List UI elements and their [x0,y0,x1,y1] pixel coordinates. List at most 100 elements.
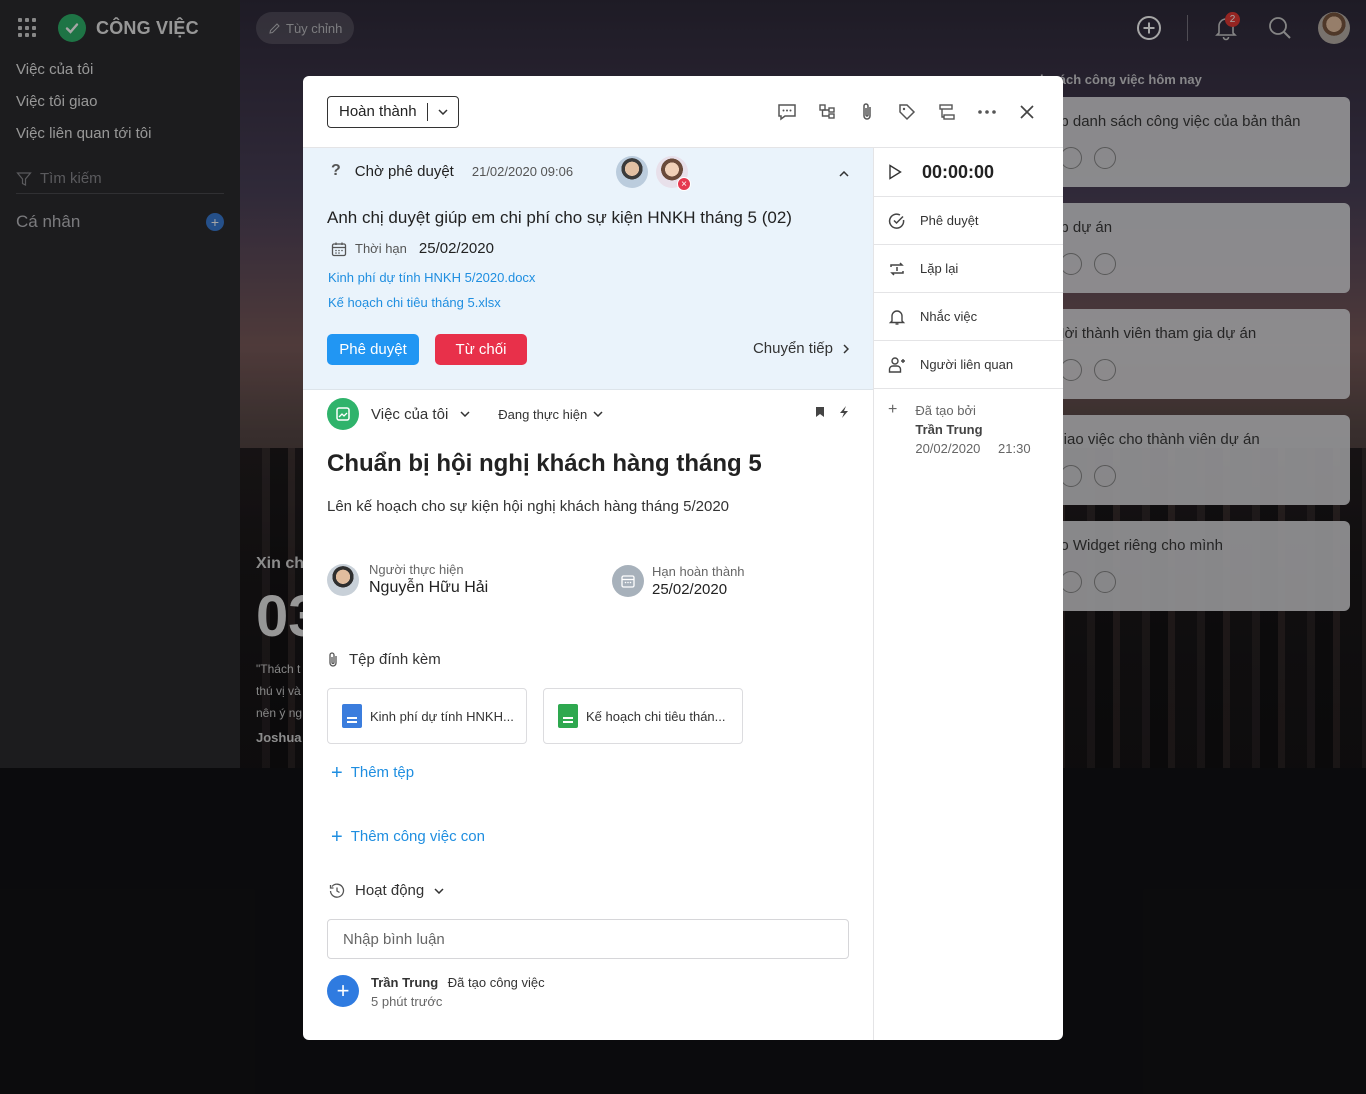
calendar-icon [331,242,347,256]
history-icon [329,883,345,898]
tree-icon [819,103,835,119]
modal-header: Hoàn thành [303,76,1063,148]
comment-input[interactable]: Nhập bình luận [327,919,849,959]
attachments-header: Tệp đính kèm [327,651,441,668]
activity-dropdown[interactable]: Hoạt động [329,882,444,899]
rejected-mark-icon: × [677,177,691,191]
assignee-avatar [327,563,359,596]
created-timestamp: 20/02/2020 21:30 [915,441,1030,456]
reject-button[interactable]: Từ chối [435,334,527,365]
add-file-label: Thêm tệp [350,764,415,781]
person-group-icon [888,356,905,373]
side-item-label: Người liên quan [920,357,1014,372]
approve-button[interactable]: Phê duyệt [327,334,419,365]
add-file-button[interactable]: + Thêm tệp [331,761,415,784]
assignee-label: Người thực hiện [369,562,464,577]
bookmark-icon[interactable] [815,406,825,418]
attachments-label: Tệp đính kèm [349,651,441,668]
approval-due: Thời hạn 25/02/2020 [331,240,494,257]
close-icon [1020,104,1034,119]
tag-icon [899,103,916,120]
created-date: 20/02/2020 [915,441,981,456]
plus-icon: + [888,401,898,418]
modal-main: ? Chờ phê duyệt 21/02/2020 09:06 × Anh c… [303,148,873,1040]
subtask-tree-button[interactable] [815,100,839,124]
plus-circle-icon: + [327,975,359,1007]
task-description[interactable]: Lên kế hoạch cho sự kiện hội nghị khách … [327,498,729,515]
chevron-down-icon [593,411,603,417]
status-select[interactable]: Hoàn thành [327,95,459,128]
side-item-label: Nhắc việc [920,309,978,324]
created-time: 21:30 [998,441,1031,456]
log-line: Trần Trung Đã tạo công việc [371,975,545,990]
chevron-right-icon [843,343,849,354]
approval-file-link[interactable]: Kế hoạch chi tiêu tháng 5.xlsx [328,295,501,310]
sheet-file-icon [558,704,578,728]
due-label: Thời hạn [355,241,407,256]
header-toolbar [775,100,1039,124]
side-item-label: Lặp lại [920,261,959,276]
comment-button[interactable] [775,100,799,124]
project-icon [327,398,359,430]
task-meta: Việc của tôi Đang thực hiện [327,398,603,430]
plus-icon: + [331,761,343,784]
created-info: + Đã tạo bởi Trần Trung 20/02/2020 21:30 [874,389,1063,457]
more-button[interactable] [975,100,999,124]
close-button[interactable] [1015,100,1039,124]
assignee-field[interactable]: Người thực hiện Nguyễn Hữu Hải [327,562,488,597]
add-subtask-button[interactable]: + Thêm công việc con [331,825,485,848]
chat-icon [778,103,796,120]
task-status-select[interactable]: Đang thực hiện [498,407,603,422]
attachment-card[interactable]: Kinh phí dự tính HNKH... [327,688,527,744]
side-item-approve[interactable]: Phê duyệt [874,197,1063,245]
play-icon[interactable] [888,164,902,180]
creator-name[interactable]: Trần Trung [915,422,982,437]
flow-icon [939,103,955,120]
chevron-down-icon[interactable] [460,411,470,417]
created-label: Đã tạo bởi [915,403,976,418]
approval-file-link[interactable]: Kinh phí dự tính HNKH 5/2020.docx [328,270,535,285]
timer-value: 00:00:00 [922,161,995,182]
paperclip-icon [863,102,871,120]
approval-status-row: ? Chờ phê duyệt 21/02/2020 09:06 [331,162,573,180]
log-time: 5 phút trước [371,994,443,1009]
activity-log-item: + Trần Trung Đã tạo công việc 5 phút trư… [327,975,545,1009]
task-flags [815,406,849,418]
doc-file-icon [342,704,362,728]
add-subtask-label: Thêm công việc con [350,828,485,845]
side-item-related-people[interactable]: Người liên quan [874,341,1063,389]
side-item-label: Phê duyệt [920,213,979,228]
chevron-up-icon [839,170,849,177]
question-icon: ? [331,162,341,179]
lightning-icon[interactable] [839,406,849,418]
attach-button[interactable] [855,100,879,124]
task-status-label: Đang thực hiện [498,406,588,422]
approval-status: Chờ phê duyệt [354,162,454,180]
repeat-icon [890,261,904,276]
attachment-name: Kế hoạch chi tiêu thán... [586,708,726,724]
attachment-card[interactable]: Kế hoạch chi tiêu thán... [543,688,743,744]
deadline-value: 25/02/2020 [652,581,728,598]
deadline-field[interactable]: Hạn hoàn thành 25/02/2020 [612,564,745,598]
plus-icon: + [331,825,343,848]
forward-button[interactable]: Chuyển tiếp [753,340,849,357]
log-action: Đã tạo công việc [447,975,545,990]
log-user[interactable]: Trần Trung [371,975,438,990]
approver-avatar[interactable]: × [656,156,691,191]
approval-panel: ? Chờ phê duyệt 21/02/2020 09:06 × Anh c… [303,148,873,390]
due-value: 25/02/2020 [418,240,494,257]
select-divider [426,102,428,121]
chevron-down-icon [438,108,448,115]
attachment-name: Kinh phí dự tính HNKH... [370,708,514,724]
tag-button[interactable] [895,100,919,124]
collapse-button[interactable] [839,164,849,182]
approver-avatar[interactable] [616,156,648,188]
approval-title: Anh chị duyệt giúp em chi phí cho sự kiệ… [327,208,792,227]
chevron-down-icon [434,887,444,894]
side-item-repeat[interactable]: Lặp lại [874,245,1063,293]
side-item-reminder[interactable]: Nhắc việc [874,293,1063,341]
deadline-label: Hạn hoàn thành [652,564,745,579]
move-button[interactable] [935,100,959,124]
task-title[interactable]: Chuẩn bị hội nghị khách hàng tháng 5 [327,450,762,478]
project-select[interactable]: Việc của tôi [371,406,448,423]
